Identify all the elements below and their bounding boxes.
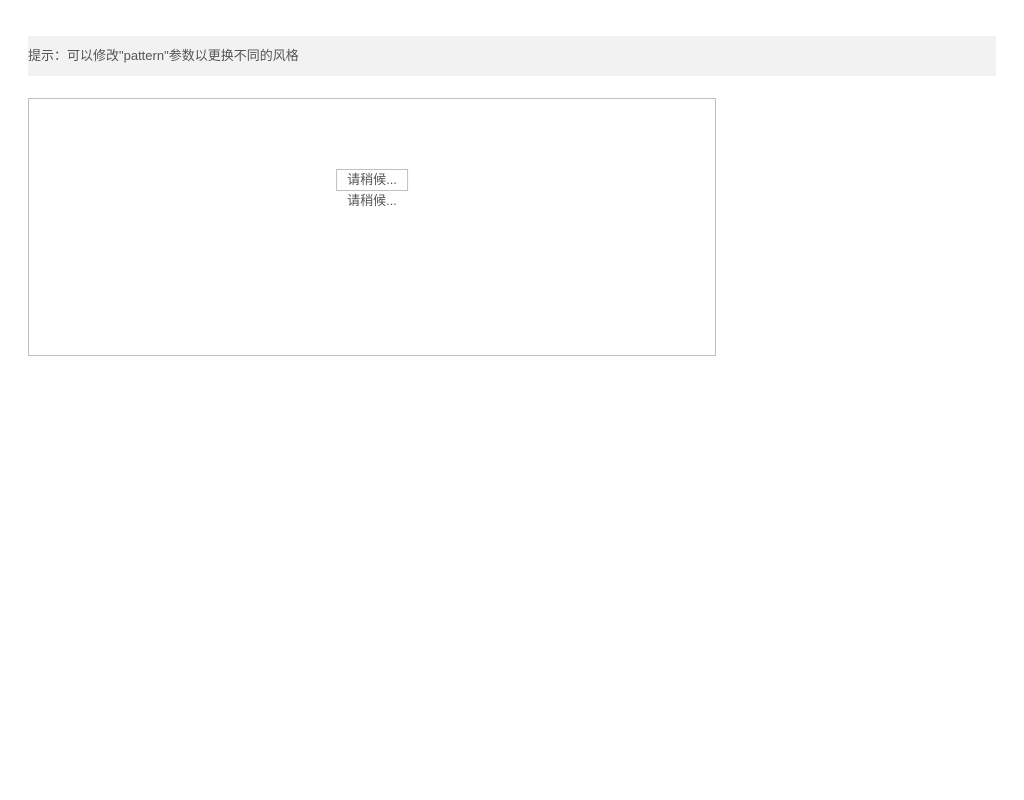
content-panel: 请稍候... 请稍候...	[28, 98, 716, 356]
loading-text-2: 请稍候...	[336, 193, 408, 209]
hint-bar: 提示：可以修改"pattern"参数以更换不同的风格	[28, 36, 996, 76]
hint-text: 提示：可以修改"pattern"参数以更换不同的风格	[28, 48, 996, 64]
loading-text-1: 请稍候...	[347, 172, 397, 187]
loading-block: 请稍候... 请稍候...	[336, 169, 408, 209]
loading-box: 请稍候...	[336, 169, 408, 191]
